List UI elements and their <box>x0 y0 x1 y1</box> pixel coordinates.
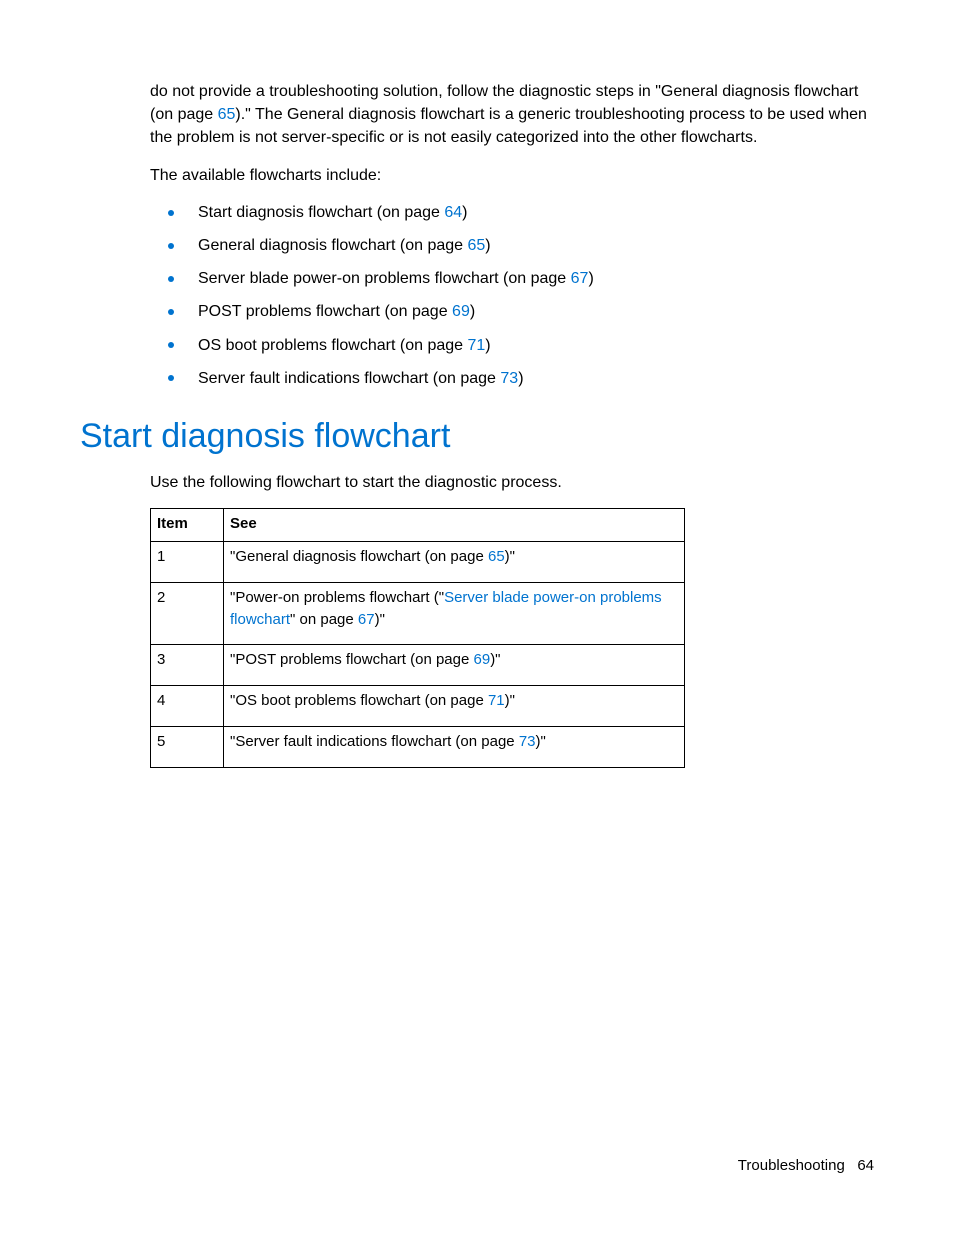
list-item-text: General diagnosis flowchart (on page <box>198 237 468 254</box>
list-item-text: POST problems flowchart (on page <box>198 303 452 320</box>
page-link[interactable]: 69 <box>474 651 491 668</box>
table-cell-text: )" <box>490 651 500 668</box>
table-cell-text: "OS boot problems flowchart (on page <box>230 692 488 709</box>
intro-paragraph: do not provide a troubleshooting solutio… <box>150 80 874 150</box>
list-item-text: Start diagnosis flowchart (on page <box>198 204 444 221</box>
table-cell-text: )" <box>536 733 546 750</box>
list-item-text: Server blade power-on problems flowchart… <box>198 270 571 287</box>
table-cell-text: )" <box>505 548 515 565</box>
list-item: POST problems flowchart (on page 69) <box>150 300 874 323</box>
list-item-text: ) <box>485 237 490 254</box>
page-link[interactable]: 71 <box>488 692 505 709</box>
table-cell-text: "Server fault indications flowchart (on … <box>230 733 519 750</box>
table-cell-see: "Power-on problems flowchart ("Server bl… <box>224 582 685 645</box>
page-footer: Troubleshooting 64 <box>738 1155 874 1177</box>
list-item-text: ) <box>485 337 490 354</box>
list-item-text: ) <box>588 270 593 287</box>
table-row: 5 "Server fault indications flowchart (on… <box>151 726 685 767</box>
table-cell-text: "General diagnosis flowchart (on page <box>230 548 488 565</box>
list-item-text: ) <box>470 303 475 320</box>
list-item: Server blade power-on problems flowchart… <box>150 267 874 290</box>
table-header-see: See <box>224 509 685 542</box>
table-row: 1"General diagnosis flowchart (on page 6… <box>151 542 685 583</box>
section-heading: Start diagnosis flowchart <box>80 412 874 461</box>
table-cell-item: 5 <box>151 726 224 767</box>
table-cell-text: " on page <box>290 611 358 628</box>
table-cell-text: )" <box>375 611 385 628</box>
page-link[interactable]: 64 <box>444 204 462 221</box>
section-body: Use the following flowchart to start the… <box>150 471 874 767</box>
table-cell-see: "POST problems flowchart (on page 69)" <box>224 645 685 686</box>
table-cell-item: 1 <box>151 542 224 583</box>
section-subtext: Use the following flowchart to start the… <box>150 471 874 494</box>
table-row: 4"OS boot problems flowchart (on page 71… <box>151 686 685 727</box>
page-link[interactable]: 65 <box>488 548 505 565</box>
reference-table: Item See 1"General diagnosis flowchart (… <box>150 508 685 767</box>
footer-page-number: 64 <box>857 1157 874 1174</box>
table-header-item: Item <box>151 509 224 542</box>
list-item: Server fault indications flowchart (on p… <box>150 367 874 390</box>
list-item-text: ) <box>462 204 467 221</box>
list-item: OS boot problems flowchart (on page 71) <box>150 334 874 357</box>
table-cell-item: 2 <box>151 582 224 645</box>
list-item: Start diagnosis flowchart (on page 64) <box>150 201 874 224</box>
table-cell-see: "Server fault indications flowchart (on … <box>224 726 685 767</box>
table-row: 3"POST problems flowchart (on page 69)" <box>151 645 685 686</box>
table-cell-text: "Power-on problems flowchart (" <box>230 589 444 606</box>
page-link[interactable]: 73 <box>519 733 536 750</box>
page-link[interactable]: 69 <box>452 303 470 320</box>
intro-text-b: )." The General diagnosis flowchart is a… <box>150 106 867 146</box>
footer-section: Troubleshooting <box>738 1157 845 1174</box>
flowchart-list: Start diagnosis flowchart (on page 64)Ge… <box>150 201 874 390</box>
page-link[interactable]: 65 <box>468 237 486 254</box>
page-link[interactable]: 67 <box>571 270 589 287</box>
list-item: General diagnosis flowchart (on page 65) <box>150 234 874 257</box>
list-item-text: Server fault indications flowchart (on p… <box>198 370 500 387</box>
table-row: 2"Power-on problems flowchart ("Server b… <box>151 582 685 645</box>
intro-block: do not provide a troubleshooting solutio… <box>150 80 874 390</box>
table-cell-text: )" <box>505 692 515 709</box>
page-link[interactable]: 71 <box>467 337 485 354</box>
table-cell-see: "General diagnosis flowchart (on page 65… <box>224 542 685 583</box>
page-link[interactable]: 67 <box>358 611 375 628</box>
list-item-text: ) <box>518 370 523 387</box>
table-cell-item: 3 <box>151 645 224 686</box>
table-header-row: Item See <box>151 509 685 542</box>
intro-list-lead: The available flowcharts include: <box>150 164 874 187</box>
table-cell-see: "OS boot problems flowchart (on page 71)… <box>224 686 685 727</box>
page-content: do not provide a troubleshooting solutio… <box>0 0 954 768</box>
table-cell-text: "POST problems flowchart (on page <box>230 651 474 668</box>
table-cell-item: 4 <box>151 686 224 727</box>
page-link[interactable]: 73 <box>500 370 518 387</box>
page-link[interactable]: 65 <box>218 106 236 123</box>
list-item-text: OS boot problems flowchart (on page <box>198 337 467 354</box>
